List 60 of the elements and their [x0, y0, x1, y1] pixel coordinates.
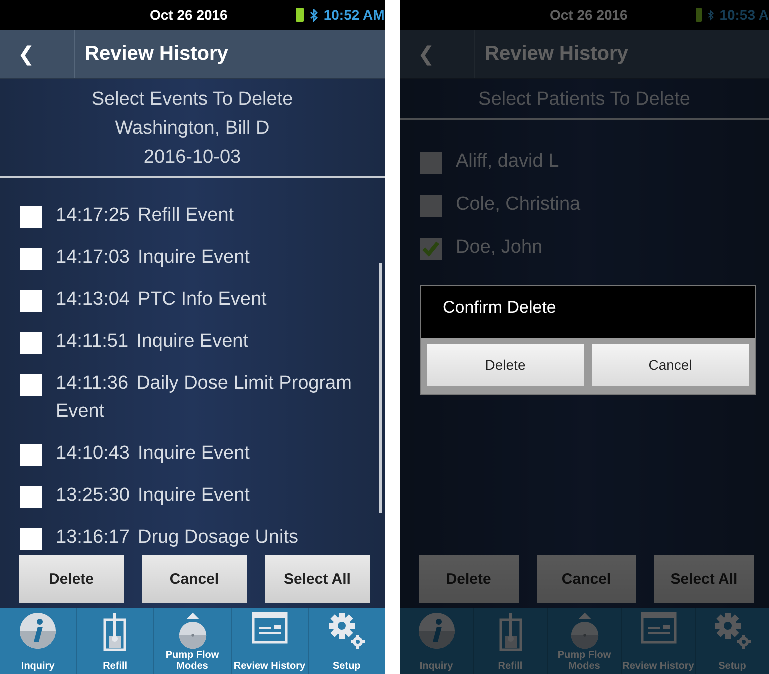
subtitle-text: Washington, Bill D	[115, 117, 270, 141]
info-icon	[418, 612, 456, 650]
back-button[interactable]: ❮	[0, 30, 75, 78]
status-time: 10:52 AM	[324, 7, 385, 23]
action-button[interactable]: Cancel	[142, 555, 247, 603]
checkbox[interactable]	[20, 248, 42, 270]
screen-title: Review History	[485, 42, 628, 66]
battery-icon	[296, 8, 304, 22]
checkbox[interactable]	[420, 238, 442, 260]
battery-icon	[696, 8, 702, 22]
subtitle-text: Select Events To Delete	[92, 88, 294, 112]
checkbox[interactable]	[20, 444, 42, 466]
nav-tab[interactable]: Inquiry	[0, 608, 78, 674]
nav-tab[interactable]: Pump Flow Modes	[154, 608, 232, 674]
event-entry: 14:10:43 Inquire Event	[56, 442, 251, 466]
subtitle-text: Select Patients To Delete	[478, 88, 690, 112]
action-button[interactable]: Cancel	[536, 555, 636, 603]
screen-title: Review History	[85, 42, 228, 66]
action-button[interactable]: Select All	[654, 555, 754, 603]
checkbox[interactable]	[20, 486, 42, 508]
settings-icon	[328, 612, 366, 650]
event-entry: 14:11:36 Daily Dose Limit Program Event	[56, 372, 353, 424]
nav-tab[interactable]: Setup	[308, 608, 385, 674]
checkbox[interactable]	[20, 332, 42, 354]
checkbox[interactable]	[20, 528, 42, 550]
patient-name: Cole, Christina	[456, 194, 581, 215]
subtitle-text: 2016-10-03	[144, 146, 242, 170]
syringe-icon	[102, 612, 128, 652]
bluetooth-icon	[310, 8, 318, 22]
event-entry: 13:16:17 Drug Dosage Units	[56, 526, 300, 550]
event-entry: 13:25:30 Inquire Event	[56, 484, 251, 508]
action-button[interactable]: Select All	[265, 555, 370, 603]
info-icon	[19, 612, 58, 650]
action-button[interactable]: Delete	[419, 555, 519, 603]
action-button[interactable]: Delete	[19, 555, 124, 603]
syringe-icon	[498, 612, 524, 652]
checkbox[interactable]	[20, 206, 42, 228]
dialog-title: Confirm Delete	[443, 298, 556, 317]
event-entry: 14:11:51 Inquire Event	[56, 330, 250, 354]
status-time: 10:53 A	[720, 7, 769, 23]
event-entry: 14:17:03 Inquire Event	[56, 246, 251, 270]
checkbox[interactable]	[20, 374, 42, 396]
settings-icon	[714, 612, 752, 650]
checkbox[interactable]	[20, 290, 42, 312]
patient-name: Aliff, david L	[456, 151, 560, 172]
status-date: Oct 26 2016	[150, 7, 228, 23]
dialog-button[interactable]: Delete	[427, 344, 584, 386]
dialog-button[interactable]: Cancel	[592, 344, 749, 386]
back-button[interactable]: ❮	[400, 30, 475, 78]
document-icon	[252, 612, 288, 644]
nav-tab[interactable]: Refill	[77, 608, 154, 674]
checkbox[interactable]	[420, 195, 442, 217]
event-entry: 14:17:25 Refill Event	[56, 204, 236, 228]
bluetooth-icon	[708, 8, 714, 22]
status-date: Oct 26 2016	[550, 7, 628, 23]
nav-tab[interactable]: Review History	[232, 608, 309, 674]
event-entry: 14:13:04 PTC Info Event	[56, 288, 268, 312]
checkbox[interactable]	[420, 152, 442, 174]
patient-name: Doe, John	[456, 237, 543, 258]
document-icon	[640, 612, 676, 644]
